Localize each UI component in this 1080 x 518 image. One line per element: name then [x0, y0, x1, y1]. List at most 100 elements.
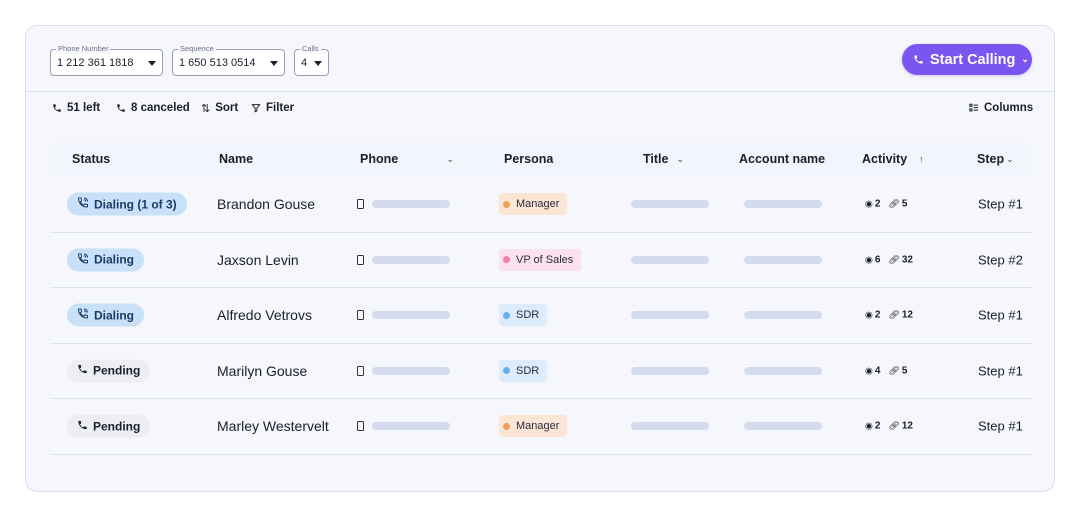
views-value: 4 [874, 365, 881, 377]
links-value: 32 [901, 254, 913, 266]
title-cell [631, 422, 709, 431]
sort-icon: ⇅ [201, 102, 211, 115]
phone-icon [78, 420, 87, 429]
calls-select[interactable]: Calls 4 [294, 44, 329, 76]
contact-name[interactable]: Marilyn Gouse [217, 363, 307, 379]
columns-button[interactable]: Columns [969, 102, 1033, 114]
persona-label: VP of Sales [516, 253, 574, 266]
contact-name[interactable]: Alfredo Vetrovs [217, 307, 312, 323]
caret-down-icon [270, 61, 278, 66]
phone-icon [53, 104, 61, 112]
phone-icon [914, 55, 923, 64]
table-header: Status Name Phone ⌄ Persona Title ⌄ Accoun… [50, 142, 1032, 177]
activity-cell: ◉ 2 🔗︎ 5 [865, 199, 907, 210]
persona-label: SDR [516, 364, 540, 377]
links-count: 🔗︎ 12 [888, 421, 913, 432]
contact-name[interactable]: Jaxson Levin [217, 252, 299, 268]
col-phone[interactable]: Phone ⌄ [360, 152, 454, 166]
title-cell [631, 311, 709, 320]
links-value: 5 [901, 365, 908, 377]
col-name[interactable]: Name [219, 152, 253, 166]
table-row[interactable]: Dialing (1 of 3) Brandon Gouse Manager ◉… [50, 177, 1032, 233]
status-cell: Dialing (1 of 3) [67, 192, 187, 216]
calls-legend: Calls [300, 44, 321, 54]
persona-dot [503, 311, 510, 319]
link-icon: 🔗︎ [888, 365, 900, 376]
links-count: 🔗︎ 5 [888, 199, 907, 210]
col-title[interactable]: Title ⌄ [643, 152, 684, 166]
sequence-select[interactable]: Sequence 1 650 513 0514 [172, 44, 285, 76]
col-status[interactable]: Status [72, 152, 110, 166]
phone-icon [117, 104, 125, 112]
status-cell: Dialing [67, 303, 145, 327]
left-count-label: 51 left [67, 102, 101, 114]
phone-number-legend: Phone Number [56, 44, 111, 54]
status-icon [77, 364, 88, 378]
status-icon [77, 308, 89, 323]
account-cell [744, 200, 822, 209]
left-count[interactable]: 51 left [52, 102, 100, 114]
step-cell: Step #1 [978, 307, 1023, 323]
phone-ringing-icon [77, 308, 88, 319]
caret-down-icon [148, 61, 156, 66]
activity-cell: ◉ 2 🔗︎ 12 [865, 421, 913, 432]
table-row[interactable]: Dialing Alfredo Vetrovs SDR ◉ 2 🔗︎ 12 St… [50, 288, 1032, 344]
contact-name[interactable]: Marley Westervelt [217, 418, 329, 434]
phone-number-select[interactable]: Phone Number 1 212 361 1818 [50, 44, 163, 76]
title-placeholder [631, 366, 709, 375]
views-value: 2 [874, 420, 881, 432]
title-cell [631, 200, 709, 209]
col-account[interactable]: Account name [739, 152, 825, 166]
persona-cell: Manager [499, 415, 568, 438]
views-value: 2 [874, 309, 881, 321]
col-activity[interactable]: Activity ↑ [862, 152, 924, 166]
phone-cell [357, 421, 450, 432]
filter-label: Filter [266, 102, 295, 114]
phone-placeholder [372, 255, 450, 264]
persona-badge: SDR [499, 304, 548, 327]
filter-button[interactable]: Filter [251, 102, 294, 114]
title-placeholder [631, 200, 709, 209]
col-persona[interactable]: Persona [504, 152, 553, 166]
eye-icon: ◉ [865, 420, 873, 431]
views-count: ◉ 2 [865, 310, 880, 321]
links-value: 5 [901, 198, 908, 210]
table-row[interactable]: Pending Marilyn Gouse SDR ◉ 4 🔗︎ 5 Step … [50, 344, 1032, 399]
canceled-count[interactable]: 8 canceled [116, 102, 190, 114]
account-placeholder [744, 366, 822, 375]
columns-label: Columns [984, 102, 1034, 114]
contact-name[interactable]: Brandon Gouse [217, 196, 315, 212]
phone-placeholder [372, 366, 450, 375]
chevron-down-icon: ⌄ [1021, 54, 1029, 64]
step-cell: Step #1 [978, 363, 1023, 379]
calling-panel: Phone Number 1 212 361 1818 Sequence 1 6… [25, 25, 1055, 492]
table-row[interactable]: Dialing Jaxson Levin VP of Sales ◉ 6 🔗︎ … [50, 233, 1032, 288]
views-count: ◉ 4 [865, 365, 880, 376]
start-calling-button[interactable]: Start Calling ⌄ [902, 44, 1032, 75]
status-cell: Pending [67, 359, 151, 383]
account-placeholder [744, 311, 822, 320]
links-count: 🔗︎ 12 [888, 310, 913, 321]
persona-label: Manager [516, 420, 560, 433]
eye-icon: ◉ [865, 309, 873, 320]
col-phone-label: Phone [360, 152, 399, 166]
title-placeholder [631, 311, 709, 320]
persona-cell: SDR [499, 359, 548, 382]
col-status-label: Status [72, 152, 111, 166]
arrow-up-icon: ↑ [919, 154, 924, 164]
persona-badge: VP of Sales [499, 248, 582, 271]
phone-ringing-icon [77, 197, 88, 208]
sort-button[interactable]: ⇅ Sort [201, 102, 238, 115]
phone-ringing-icon [77, 253, 88, 264]
step-cell: Step #2 [978, 252, 1023, 268]
calls-table: Status Name Phone ⌄ Persona Title ⌄ Accoun… [50, 142, 1032, 455]
activity-cell: ◉ 2 🔗︎ 12 [865, 310, 913, 321]
col-step[interactable]: Step ⌄ [977, 152, 1014, 166]
status-icon [77, 197, 89, 212]
status-badge: Dialing [67, 248, 145, 272]
start-calling-label: Start Calling [930, 51, 1016, 68]
col-name-label: Name [219, 152, 254, 166]
table-row[interactable]: Pending Marley Westervelt Manager ◉ 2 🔗︎… [50, 399, 1032, 455]
eye-icon: ◉ [865, 254, 873, 265]
persona-badge: Manager [499, 415, 568, 438]
